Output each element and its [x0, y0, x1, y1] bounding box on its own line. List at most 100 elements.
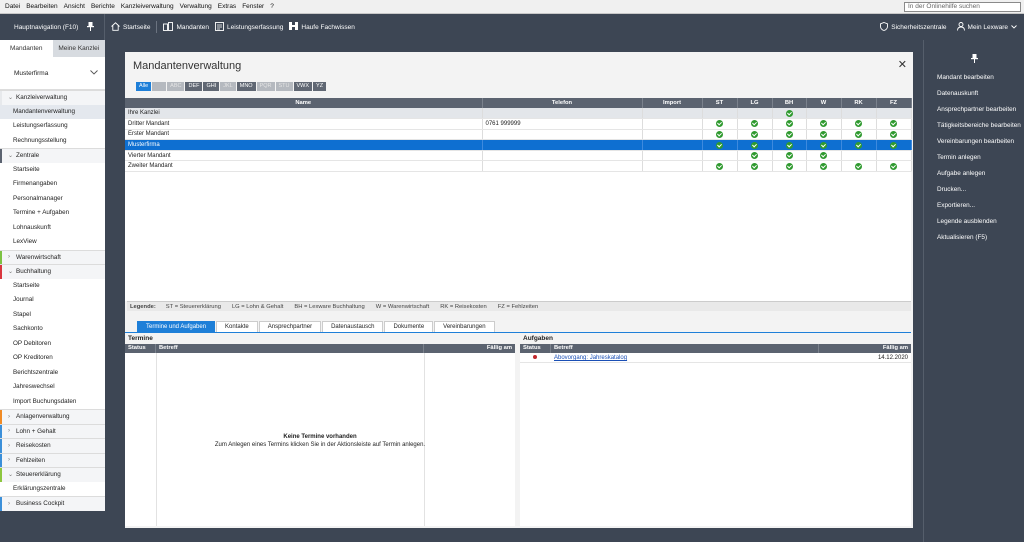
sidebar-item-op-kreditoren[interactable]: OP Kreditoren: [0, 351, 105, 366]
task-subject-link[interactable]: Abovorgang: Jahreskatalog: [551, 353, 819, 362]
filter-pqr[interactable]: PQR: [256, 82, 275, 91]
action-exportieren[interactable]: Exportieren...: [924, 202, 1024, 210]
menu-ansicht[interactable]: Ansicht: [61, 0, 88, 14]
sidebar-section-steuererklärung[interactable]: ⌄ Steuererklärung: [0, 467, 105, 482]
menu-bearbeiten[interactable]: Bearbeiten: [23, 0, 60, 14]
tab-ansprechpartner[interactable]: Ansprechpartner: [258, 321, 322, 332]
startseite-button[interactable]: Startseite: [111, 21, 150, 33]
column-header-fz[interactable]: FZ: [876, 98, 912, 108]
sidebar-item-mandantenverwaltung[interactable]: Mandantenverwaltung: [0, 104, 105, 119]
filter-alle[interactable]: Alle: [136, 82, 152, 91]
task-row[interactable]: Abovorgang: Jahreskatalog 14.12.2020: [520, 353, 911, 363]
sidebar-item-sachkonto[interactable]: Sachkonto: [0, 322, 105, 337]
sidebar-section-fehlzeiten[interactable]: › Fehlzeiten: [0, 452, 105, 467]
mandanten-button[interactable]: Mandanten: [163, 21, 209, 33]
sidebar-section-business-cockpit[interactable]: › Business Cockpit: [0, 496, 105, 511]
aufgaben-col-faellig[interactable]: Fällig am: [819, 344, 911, 353]
table-row[interactable]: Ihre Kanzlei: [125, 108, 912, 120]
sidebar-item-stapel[interactable]: Stapel: [0, 308, 105, 323]
action-aktualisieren-f5[interactable]: Aktualisieren (F5): [924, 234, 1024, 242]
filter-jkl[interactable]: JKL: [220, 82, 236, 91]
menu-help[interactable]: ?: [267, 0, 277, 14]
table-row[interactable]: Dritter Mandant 0761 999999: [125, 118, 912, 130]
table-row[interactable]: Vierter Mandant: [125, 150, 912, 162]
leistungserfassung-button[interactable]: Leistungserfassung: [215, 21, 283, 33]
action-vereinbarungen-bearbeiten[interactable]: Vereinbarungen bearbeiten: [924, 138, 1024, 146]
menu-kanzleiverwaltung[interactable]: Kanzleiverwaltung: [118, 0, 177, 14]
sidebar-section-lohn-gehalt[interactable]: › Lohn + Gehalt: [0, 423, 105, 438]
action-datenauskunft[interactable]: Datenauskunft: [924, 90, 1024, 98]
sidebar-item-journal[interactable]: Journal: [0, 293, 105, 308]
filter-yz[interactable]: YZ: [313, 82, 327, 91]
termine-col-status[interactable]: Status: [125, 344, 156, 353]
column-header-bh[interactable]: BH: [772, 98, 807, 108]
client-selector[interactable]: Musterfirma: [0, 57, 105, 90]
account-menu[interactable]: Mein Lexware: [956, 21, 1020, 33]
sidebar-section-kanzleiverwaltung[interactable]: ⌄ Kanzleiverwaltung: [0, 90, 105, 105]
sidebar-item-rechnungsstellung[interactable]: Rechnungsstellung: [0, 134, 105, 149]
sidebar-item-startseite[interactable]: Startseite: [0, 279, 105, 294]
pin-icon[interactable]: [87, 21, 94, 33]
termine-col-betreff[interactable]: Betreff: [156, 344, 424, 353]
action-drucken[interactable]: Drucken...: [924, 186, 1024, 194]
sidebar-item-op-debitoren[interactable]: OP Debitoren: [0, 337, 105, 352]
sidebar-item-personalmanager[interactable]: Personalmanager: [0, 192, 105, 207]
column-header-telefon[interactable]: Telefon: [482, 98, 643, 108]
sidebar-item-startseite[interactable]: Startseite: [0, 163, 105, 178]
sidebar-item-leistungserfassung[interactable]: Leistungserfassung: [0, 119, 105, 134]
tab-meine-kanzlei[interactable]: Meine Kanzlei: [53, 40, 106, 57]
pin-icon[interactable]: [924, 40, 1024, 74]
action-termin-anlegen[interactable]: Termin anlegen: [924, 154, 1024, 162]
sidebar-item-termine-aufgaben[interactable]: Termine + Aufgaben: [0, 206, 105, 221]
sidebar-item-jahreswechsel[interactable]: Jahreswechsel: [0, 380, 105, 395]
action-tätigkeitsbereiche-bearbeiten[interactable]: Tätigkeitsbereiche bearbeiten: [924, 122, 1024, 130]
action-aufgabe-anlegen[interactable]: Aufgabe anlegen: [924, 170, 1024, 178]
sidebar-item-lexview[interactable]: LexView: [0, 235, 105, 250]
sidebar-item-erklärungszentrale[interactable]: Erklärungszentrale: [0, 482, 105, 497]
sidebar-section-buchhaltung[interactable]: ⌄ Buchhaltung: [0, 264, 105, 279]
termine-col-faellig[interactable]: Fällig am: [424, 344, 515, 353]
aufgaben-col-status[interactable]: Status: [520, 344, 551, 353]
column-header-st[interactable]: ST: [702, 98, 738, 108]
filter-def[interactable]: DEF: [185, 82, 203, 91]
filter-abc[interactable]: ABC: [167, 82, 185, 91]
column-header-lg[interactable]: LG: [737, 98, 773, 108]
menu-extras[interactable]: Extras: [215, 0, 239, 14]
menu-verwaltung[interactable]: Verwaltung: [177, 0, 215, 14]
column-header-name[interactable]: Name: [125, 98, 483, 108]
table-row[interactable]: Erster Mandant: [125, 129, 912, 141]
filter-mno[interactable]: MNO: [236, 82, 256, 91]
haufe-fachwissen-button[interactable]: Haufe Fachwissen: [289, 22, 355, 32]
sidebar-item-import-buchungsdaten[interactable]: Import Buchungsdaten: [0, 395, 105, 410]
tab-vereinbarungen[interactable]: Vereinbarungen: [434, 321, 495, 332]
sidebar-section-warenwirtschaft[interactable]: › Warenwirtschaft: [0, 249, 105, 264]
filter-ghi[interactable]: GHI: [203, 82, 220, 91]
menu-berichte[interactable]: Berichte: [88, 0, 118, 14]
aufgaben-col-betreff[interactable]: Betreff: [551, 344, 819, 353]
close-icon[interactable]: ✕: [898, 58, 907, 71]
tab-termine-und-aufgaben[interactable]: Termine und Aufgaben: [137, 321, 216, 332]
sidebar-section-zentrale[interactable]: ⌄ Zentrale: [0, 148, 105, 163]
sidebar-item-berichtszentrale[interactable]: Berichtszentrale: [0, 366, 105, 381]
action-legende-ausblenden[interactable]: Legende ausblenden: [924, 218, 1024, 226]
sidebar-section-reisekosten[interactable]: › Reisekosten: [0, 438, 105, 453]
tab-datenaustausch[interactable]: Datenaustausch: [322, 321, 384, 332]
column-header-rk[interactable]: RK: [841, 98, 877, 108]
sicherheitszentrale-button[interactable]: Sicherheitszentrale: [880, 21, 947, 33]
menu-fenster[interactable]: Fenster: [239, 0, 267, 14]
column-header-w[interactable]: W: [806, 98, 842, 108]
sidebar-section-anlagenverwaltung[interactable]: › Anlagenverwaltung: [0, 409, 105, 424]
table-row[interactable]: Musterfirma: [125, 139, 912, 151]
column-header-import[interactable]: Import: [642, 98, 703, 108]
tab-mandanten[interactable]: Mandanten: [0, 40, 53, 57]
action-ansprechpartner-bearbeiten[interactable]: Ansprechpartner bearbeiten: [924, 106, 1024, 114]
action-mandant-bearbeiten[interactable]: Mandant bearbeiten: [924, 74, 1024, 82]
table-row[interactable]: Zweiter Mandant: [125, 160, 912, 173]
help-search-input[interactable]: In der Onlinehilfe suchen: [904, 2, 1021, 12]
menu-datei[interactable]: Datei: [0, 0, 23, 14]
filter-vwx[interactable]: VWX: [293, 82, 313, 91]
sidebar-item-lohnauskunft[interactable]: Lohnauskunft: [0, 221, 105, 236]
filter-blank[interactable]: [152, 82, 167, 91]
sidebar-item-firmenangaben[interactable]: Firmenangaben: [0, 177, 105, 192]
filter-stu[interactable]: STU: [275, 82, 293, 91]
